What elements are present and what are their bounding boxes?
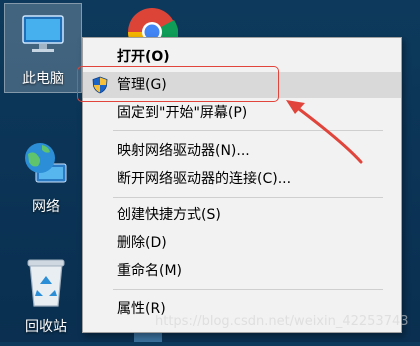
desktop-icon-this-pc[interactable]: 此电脑: [4, 3, 82, 93]
menu-item-label: 重命名(M): [117, 263, 183, 279]
menu-item-create-shortcut[interactable]: 创建快捷方式(S): [83, 202, 401, 228]
menu-item-label: 固定到"开始"屏幕(P): [117, 105, 248, 121]
computer-icon: [22, 15, 64, 52]
watermark: https://blog.csdn.net/weixin_42253743: [155, 314, 409, 329]
menu-item-label: 创建快捷方式(S): [117, 207, 221, 223]
menu-item-label: 打开(O): [117, 49, 170, 65]
desktop-icon-label: 回收站: [25, 319, 67, 335]
annotation-highlight-box: [77, 66, 279, 102]
annotation-arrow-icon: [286, 100, 363, 164]
menu-item-disconnect-network-drive[interactable]: 断开网络驱动器的连接(C)...: [83, 166, 401, 192]
recycle-bin-icon: [27, 259, 65, 307]
desktop-icon-label: 网络: [32, 199, 60, 215]
menu-item-label: 删除(D): [117, 235, 167, 251]
menu-item-label: 断开网络驱动器的连接(C)...: [117, 171, 292, 187]
desktop-icon-label: 此电脑: [22, 71, 64, 87]
network-globe-icon: [25, 143, 67, 183]
menu-separator: [113, 197, 383, 198]
menu-item-label: 映射网络驱动器(N)...: [117, 143, 250, 159]
desktop-icon-network[interactable]: 网络: [8, 140, 84, 216]
menu-item-rename[interactable]: 重命名(M): [83, 258, 401, 284]
menu-item-delete[interactable]: 删除(D): [83, 230, 401, 256]
menu-separator: [113, 289, 383, 290]
desktop: 此电脑 网络 回收站 打开(O) 管理(G) 固定到"开始"屏幕(P) 映射网络…: [0, 0, 420, 342]
desktop-icon-recycle-bin[interactable]: 回收站: [8, 256, 84, 336]
